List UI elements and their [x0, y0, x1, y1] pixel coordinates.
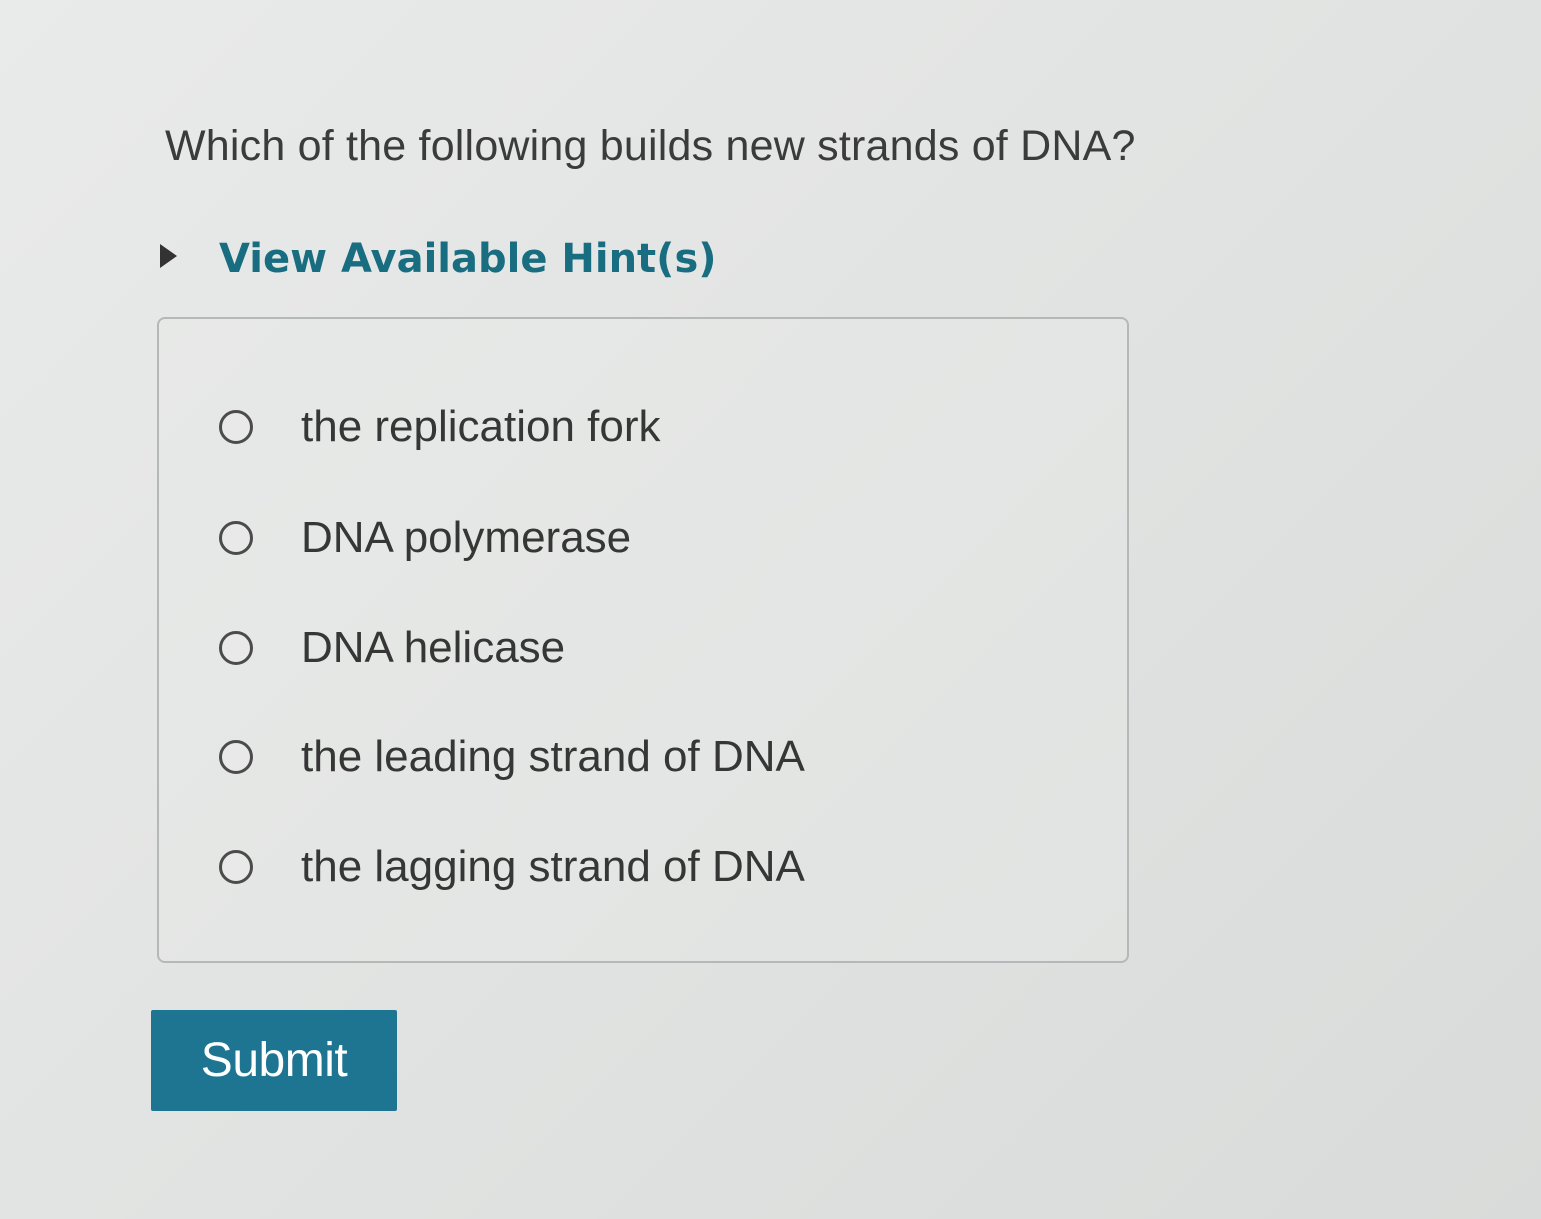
answer-option[interactable]: DNA polymerase	[219, 513, 631, 563]
answer-option[interactable]: the lagging strand of DNA	[219, 842, 805, 892]
option-label: the leading strand of DNA	[301, 732, 805, 781]
answer-option[interactable]: the leading strand of DNA	[219, 732, 805, 782]
answer-options-box: the replication fork DNA polymerase DNA …	[157, 317, 1129, 963]
radio-button[interactable]	[219, 740, 253, 774]
caret-right-icon	[160, 244, 177, 268]
answer-option[interactable]: DNA helicase	[219, 623, 565, 673]
answer-option[interactable]: the replication fork	[219, 402, 661, 452]
option-label: the replication fork	[301, 402, 661, 451]
radio-button[interactable]	[219, 850, 253, 884]
radio-button[interactable]	[219, 410, 253, 444]
option-label: DNA polymerase	[301, 513, 632, 562]
radio-button[interactable]	[219, 521, 253, 555]
radio-button[interactable]	[219, 631, 253, 665]
option-label: the lagging strand of DNA	[301, 842, 805, 891]
hint-label: View Available Hint(s)	[219, 236, 717, 282]
question-text: Which of the following builds new strand…	[165, 122, 1136, 170]
submit-button[interactable]: Submit	[151, 1010, 397, 1111]
option-label: DNA helicase	[301, 623, 566, 672]
hint-toggle[interactable]: View Available Hint(s)	[160, 236, 717, 282]
